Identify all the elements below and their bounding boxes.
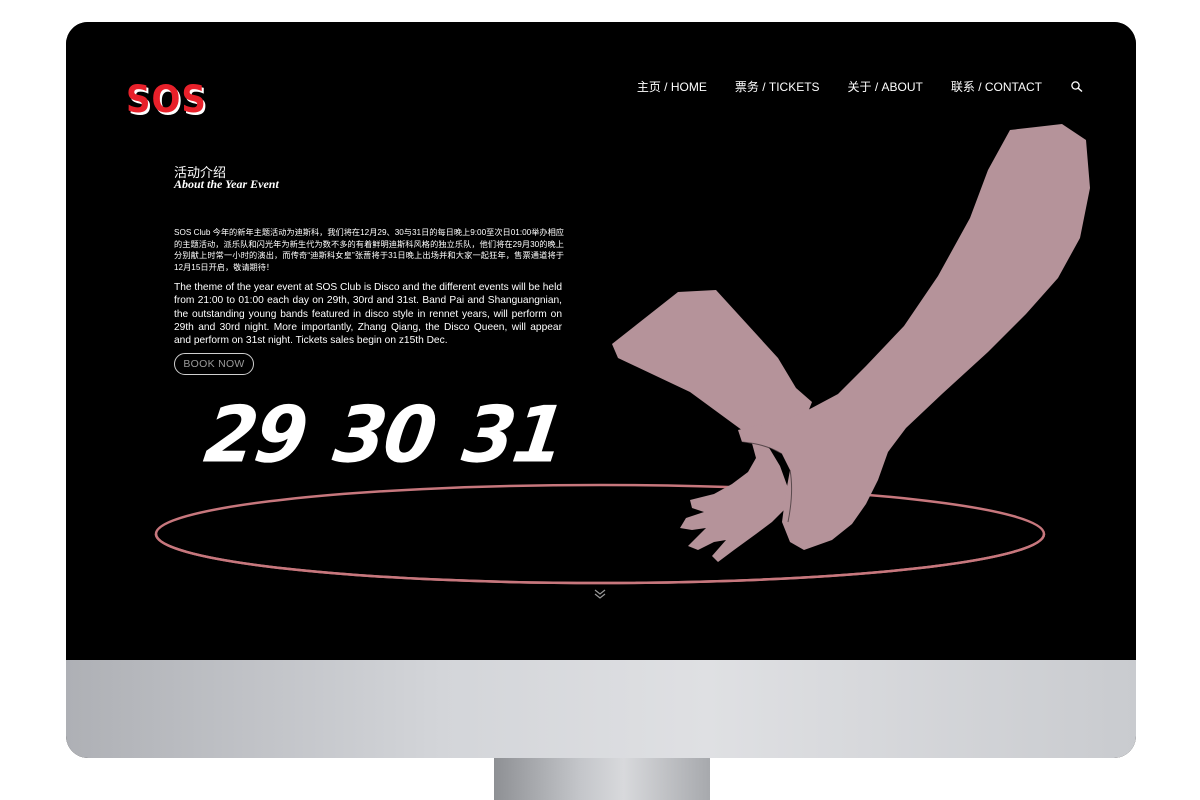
ring-front-arc <box>154 533 1046 585</box>
date-31: 31 <box>457 389 570 481</box>
event-dates: 29 30 31 <box>200 389 570 481</box>
book-now-button[interactable]: BOOK NOW <box>174 353 254 375</box>
left-hand <box>680 436 788 562</box>
double-chevron-down-icon[interactable] <box>593 587 607 599</box>
monitor-frame: SOS 主页 / HOME 票务 / TICKETS 关于 / ABOUT 联系… <box>66 22 1136 758</box>
left-arm <box>612 290 812 436</box>
monitor-chin <box>66 660 1136 758</box>
website-screen: SOS 主页 / HOME 票务 / TICKETS 关于 / ABOUT 联系… <box>66 22 1136 660</box>
right-arm <box>738 124 1090 550</box>
intro-body-en: The theme of the year event at SOS Club … <box>174 282 562 347</box>
date-29: 29 <box>199 389 312 481</box>
date-30: 30 <box>328 389 441 481</box>
monitor-stand <box>494 758 710 800</box>
intro-body-zh: SOS Club 今年的新年主题活动为迪斯科，我们将在12月29、30与31日的… <box>174 228 564 272</box>
intro-heading-en: About the Year Event <box>174 177 279 191</box>
